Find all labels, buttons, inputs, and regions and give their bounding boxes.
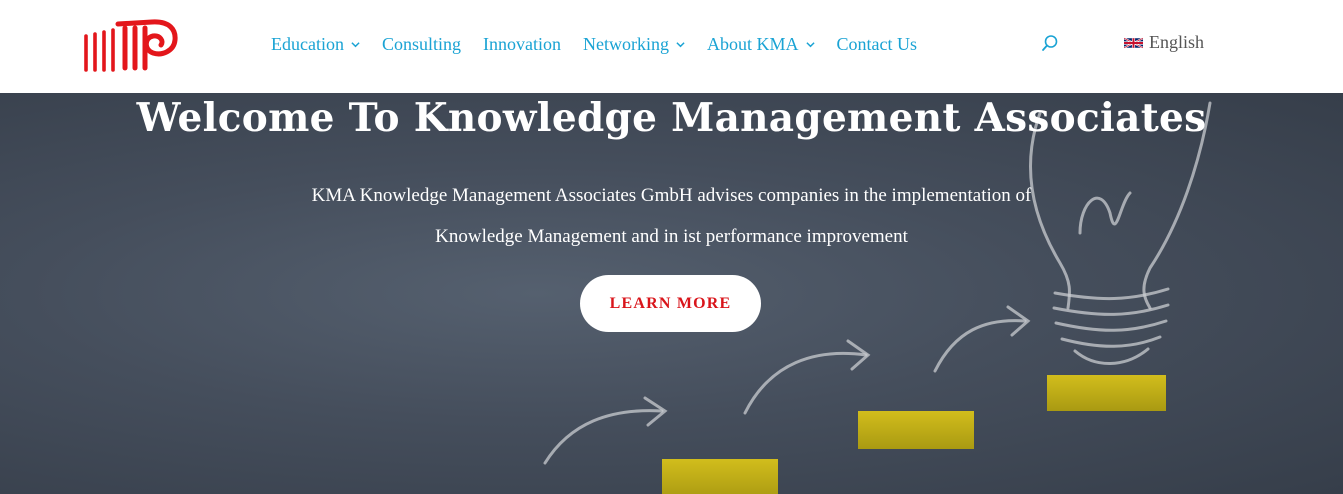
chevron-down-icon: [676, 41, 685, 47]
nav-item-innovation[interactable]: Innovation: [483, 34, 561, 55]
nav-item-label: Consulting: [381, 33, 461, 54]
hero-title: Welcome To Knowledge Management Associat…: [136, 95, 1207, 141]
nav-item-contact-us[interactable]: Contact Us: [837, 34, 918, 55]
nav-item-networking[interactable]: Networking: [583, 34, 685, 55]
hero-section: Welcome To Knowledge Management Associat…: [0, 93, 1343, 494]
kma-logo-icon[interactable]: [80, 14, 180, 76]
hero-subtitle-line: KMA Knowledge Management Associates GmbH…: [311, 185, 1032, 206]
hero-subtitle-line: Knowledge Management and in ist performa…: [435, 226, 908, 247]
search-icon[interactable]: [1041, 34, 1059, 52]
hero-subtitle: KMA Knowledge Management Associates GmbH…: [200, 175, 1143, 257]
nav-item-label: About KMA: [706, 33, 799, 54]
uk-flag-icon: [1124, 36, 1143, 49]
nav-item-about-kma[interactable]: About KMA: [707, 34, 815, 55]
chevron-down-icon: [805, 41, 815, 47]
language-switcher[interactable]: English: [1124, 32, 1204, 53]
site-header: Education Consulting Innovation Networki…: [0, 0, 1343, 93]
nav-item-consulting[interactable]: Consulting: [382, 34, 461, 55]
nav-item-label: Contact Us: [836, 33, 918, 54]
nav-item-education[interactable]: Education: [271, 34, 360, 55]
learn-more-button[interactable]: LEARN MORE: [580, 275, 761, 332]
nav-item-label: Education: [271, 33, 344, 54]
nav-item-label: Innovation: [483, 33, 561, 54]
language-label: English: [1149, 32, 1205, 52]
chevron-down-icon: [351, 41, 360, 47]
main-nav: Education Consulting Innovation Networki…: [271, 32, 939, 56]
nav-item-label: Networking: [583, 33, 669, 54]
